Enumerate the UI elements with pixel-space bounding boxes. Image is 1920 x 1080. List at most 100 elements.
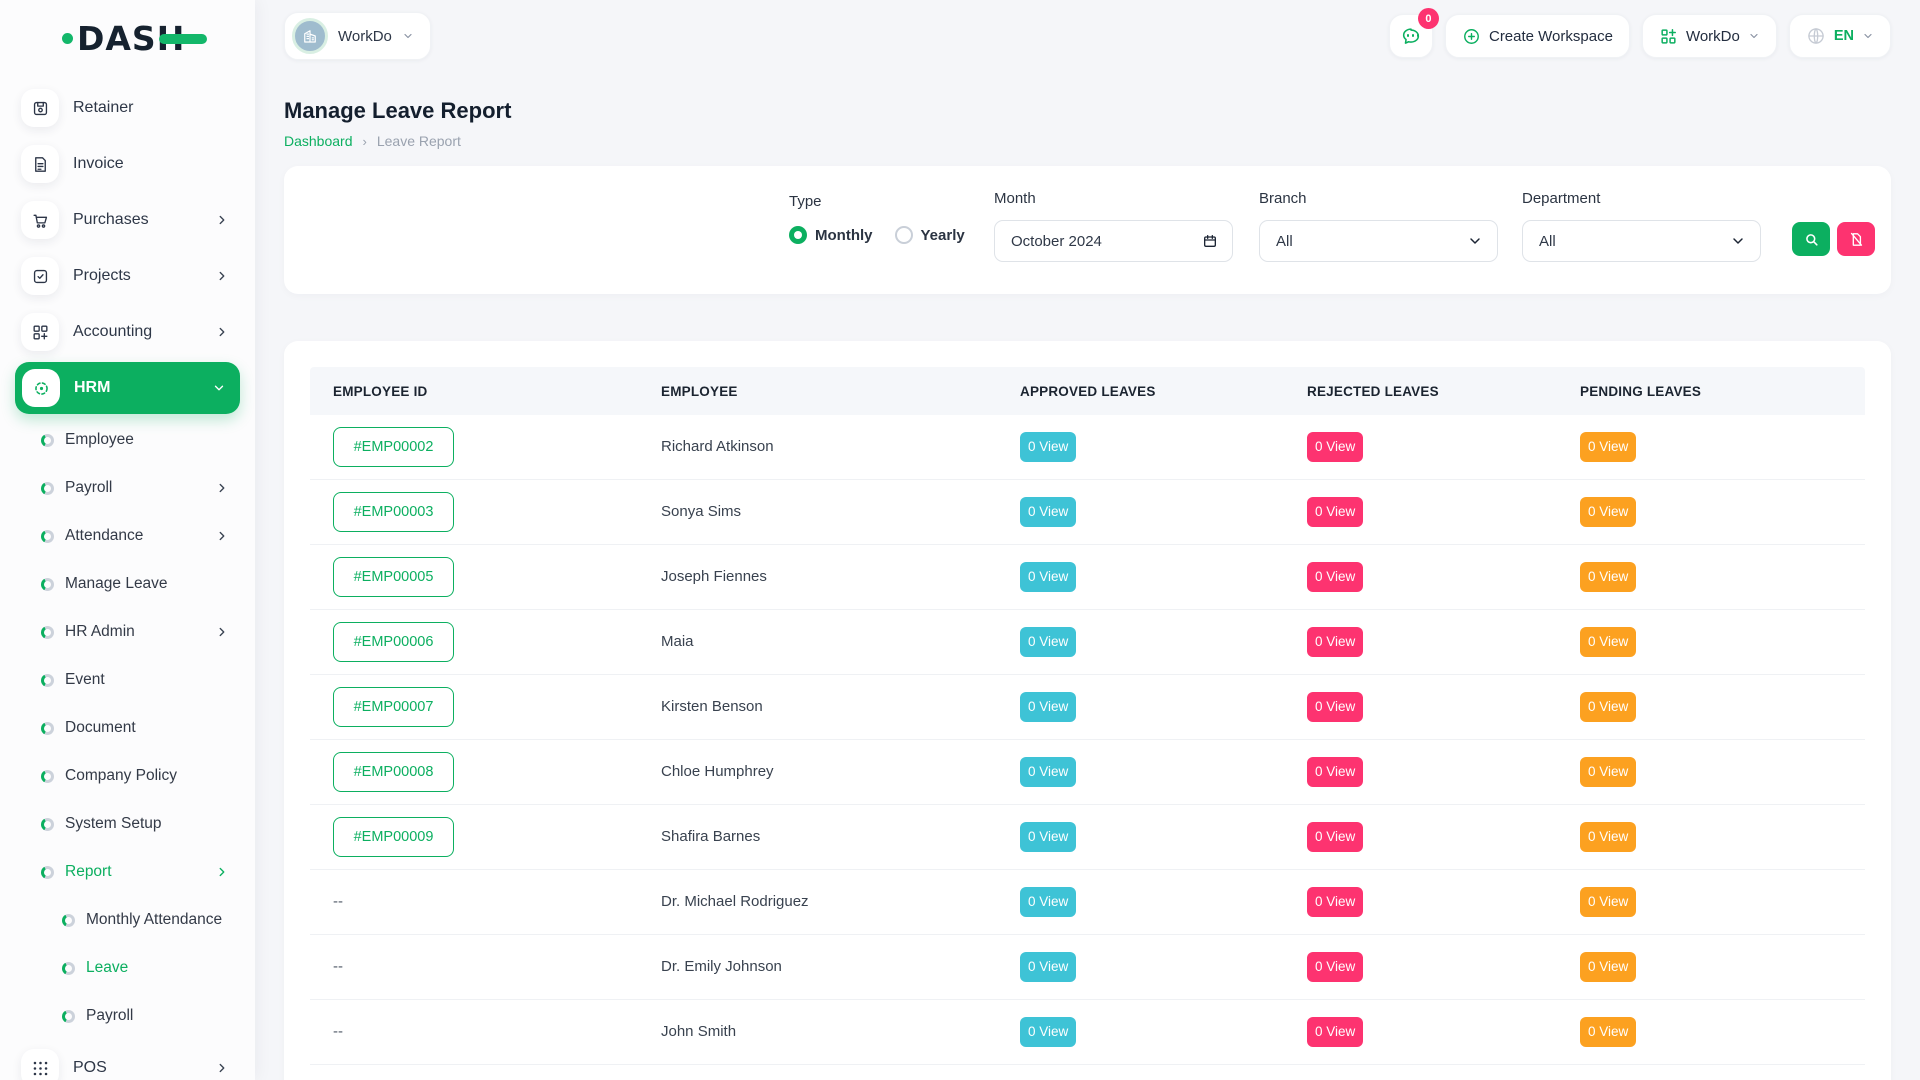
sidebar-item-accounting[interactable]: Accounting (0, 304, 255, 360)
workspace-avatar-building-icon (292, 18, 328, 54)
sidebar-item-company-policy[interactable]: Company Policy (0, 752, 255, 800)
table-row: #EMP00005Joseph Fiennes0 View0 View0 Vie… (310, 545, 1865, 610)
pending-leaves-view-button[interactable]: 0 View (1580, 822, 1636, 852)
sidebar-item-document[interactable]: Document (0, 704, 255, 752)
rejected-leaves-view-button[interactable]: 0 View (1307, 562, 1363, 592)
workspace-name: WorkDo (338, 28, 392, 45)
sidebar-item-invoice[interactable]: Invoice (0, 136, 255, 192)
employee-id-badge[interactable]: #EMP00006 (333, 622, 454, 662)
pending-leaves-view-button[interactable]: 0 View (1580, 952, 1636, 982)
sidebar-item-label: Attendance (65, 527, 143, 545)
approved-leaves-view-button[interactable]: 0 View (1020, 1017, 1076, 1047)
radio-monthly[interactable]: Monthly (789, 226, 873, 244)
month-input[interactable]: October 2024 (994, 220, 1233, 262)
sidebar-item-event[interactable]: Event (0, 656, 255, 704)
filter-card: Type Monthly Yearly Month October 2024 (284, 166, 1891, 294)
employee-id-badge[interactable]: #EMP00009 (333, 817, 454, 857)
rejected-leaves-view-button[interactable]: 0 View (1307, 432, 1363, 462)
rejected-leaves-view-button[interactable]: 0 View (1307, 692, 1363, 722)
messages-button[interactable]: 0 (1389, 14, 1433, 58)
column-header-rejected-leaves: REJECTED LEAVES (1284, 384, 1557, 399)
sidebar-item-monthly-attendance[interactable]: Monthly Attendance (0, 896, 255, 944)
sidebar-item-system-setup[interactable]: System Setup (0, 800, 255, 848)
approved-leaves-view-button[interactable]: 0 View (1020, 497, 1076, 527)
department-select[interactable]: All (1522, 220, 1761, 262)
search-button[interactable] (1792, 222, 1830, 256)
chevron-right-icon (215, 325, 229, 339)
sidebar-item-label: Projects (73, 267, 131, 285)
sidebar-item-report[interactable]: Report (0, 848, 255, 896)
branch-select[interactable]: All (1259, 220, 1498, 262)
approved-leaves-view-button[interactable]: 0 View (1020, 562, 1076, 592)
submenu-bullet-icon (62, 914, 75, 927)
approved-leaves-view-button[interactable]: 0 View (1020, 627, 1076, 657)
sidebar-item-label: Leave (86, 959, 128, 977)
pending-leaves-view-button[interactable]: 0 View (1580, 562, 1636, 592)
rejected-leaves-view-button[interactable]: 0 View (1307, 627, 1363, 657)
file-export-icon (1848, 231, 1865, 248)
employee-id-badge[interactable]: #EMP00002 (333, 427, 454, 467)
employee-id-badge[interactable]: #EMP00007 (333, 687, 454, 727)
chevron-right-icon (215, 213, 229, 227)
pending-leaves-view-button[interactable]: 0 View (1580, 692, 1636, 722)
department-label: Department (1522, 190, 1761, 207)
employee-id-badge[interactable]: #EMP00005 (333, 557, 454, 597)
language-selector[interactable]: EN (1789, 14, 1891, 58)
approved-leaves-view-button[interactable]: 0 View (1020, 822, 1076, 852)
messages-count-badge: 0 (1418, 8, 1439, 29)
approved-leaves-view-button[interactable]: 0 View (1020, 692, 1076, 722)
export-button[interactable] (1837, 222, 1875, 256)
approved-leaves-view-button[interactable]: 0 View (1020, 757, 1076, 787)
month-value: October 2024 (1011, 233, 1102, 250)
page-content: Manage Leave Report Dashboard › Leave Re… (255, 98, 1920, 1080)
sidebar-item-hr-admin[interactable]: HR Admin (0, 608, 255, 656)
sidebar-item-label: HR Admin (65, 623, 135, 641)
sidebar-item-label: Purchases (73, 211, 149, 229)
pending-leaves-view-button[interactable]: 0 View (1580, 627, 1636, 657)
pending-leaves-view-button[interactable]: 0 View (1580, 887, 1636, 917)
sidebar-item-attendance[interactable]: Attendance (0, 512, 255, 560)
rejected-leaves-view-button[interactable]: 0 View (1307, 757, 1363, 787)
pending-leaves-view-button[interactable]: 0 View (1580, 757, 1636, 787)
sidebar-item-label: HRM (74, 379, 110, 397)
rejected-leaves-view-button[interactable]: 0 View (1307, 822, 1363, 852)
month-label: Month (994, 190, 1233, 207)
table-row: #EMP00002Richard Atkinson0 View0 View0 V… (310, 415, 1865, 480)
approved-leaves-view-button[interactable]: 0 View (1020, 887, 1076, 917)
sidebar-item-leave[interactable]: Leave (0, 944, 255, 992)
pending-leaves-view-button[interactable]: 0 View (1580, 432, 1636, 462)
workspace-selector[interactable]: WorkDo (284, 12, 431, 60)
sidebar-item-payroll[interactable]: Payroll (0, 992, 255, 1040)
employee-id-badge[interactable]: #EMP00003 (333, 492, 454, 532)
sidebar-item-pos[interactable]: POS (0, 1040, 255, 1080)
sidebar-item-label: Report (65, 863, 112, 881)
rejected-leaves-view-button[interactable]: 0 View (1307, 497, 1363, 527)
rejected-leaves-view-button[interactable]: 0 View (1307, 952, 1363, 982)
employee-id-badge[interactable]: #EMP00008 (333, 752, 454, 792)
employee-id-empty: -- (333, 1023, 343, 1040)
dash-logo[interactable]: DASH (62, 22, 207, 55)
sidebar: DASH RetainerInvoice Purchases Projects Acc… (0, 0, 255, 1080)
approved-leaves-view-button[interactable]: 0 View (1020, 432, 1076, 462)
sidebar-item-hrm[interactable]: HRM (15, 362, 240, 414)
submenu-bullet-icon (41, 434, 54, 447)
sidebar-item-purchases[interactable]: Purchases (0, 192, 255, 248)
employee-name: Dr. Emily Johnson (661, 958, 782, 975)
sidebar-item-manage-leave[interactable]: Manage Leave (0, 560, 255, 608)
hrm-icon (22, 369, 60, 407)
pending-leaves-view-button[interactable]: 0 View (1580, 497, 1636, 527)
radio-yearly[interactable]: Yearly (895, 226, 965, 244)
pending-leaves-view-button[interactable]: 0 View (1580, 1017, 1636, 1047)
sidebar-item-employee[interactable]: Employee (0, 416, 255, 464)
workdo-menu-button[interactable]: WorkDo (1642, 14, 1777, 58)
sidebar-item-label: Company Policy (65, 767, 177, 785)
rejected-leaves-view-button[interactable]: 0 View (1307, 1017, 1363, 1047)
sidebar-item-retainer[interactable]: Retainer (0, 80, 255, 136)
create-workspace-button[interactable]: Create Workspace (1445, 14, 1630, 58)
approved-leaves-view-button[interactable]: 0 View (1020, 952, 1076, 982)
sidebar-item-projects[interactable]: Projects (0, 248, 255, 304)
rejected-leaves-view-button[interactable]: 0 View (1307, 887, 1363, 917)
chevron-right-icon (215, 481, 229, 495)
breadcrumb-dashboard-link[interactable]: Dashboard (284, 133, 353, 149)
sidebar-item-payroll[interactable]: Payroll (0, 464, 255, 512)
